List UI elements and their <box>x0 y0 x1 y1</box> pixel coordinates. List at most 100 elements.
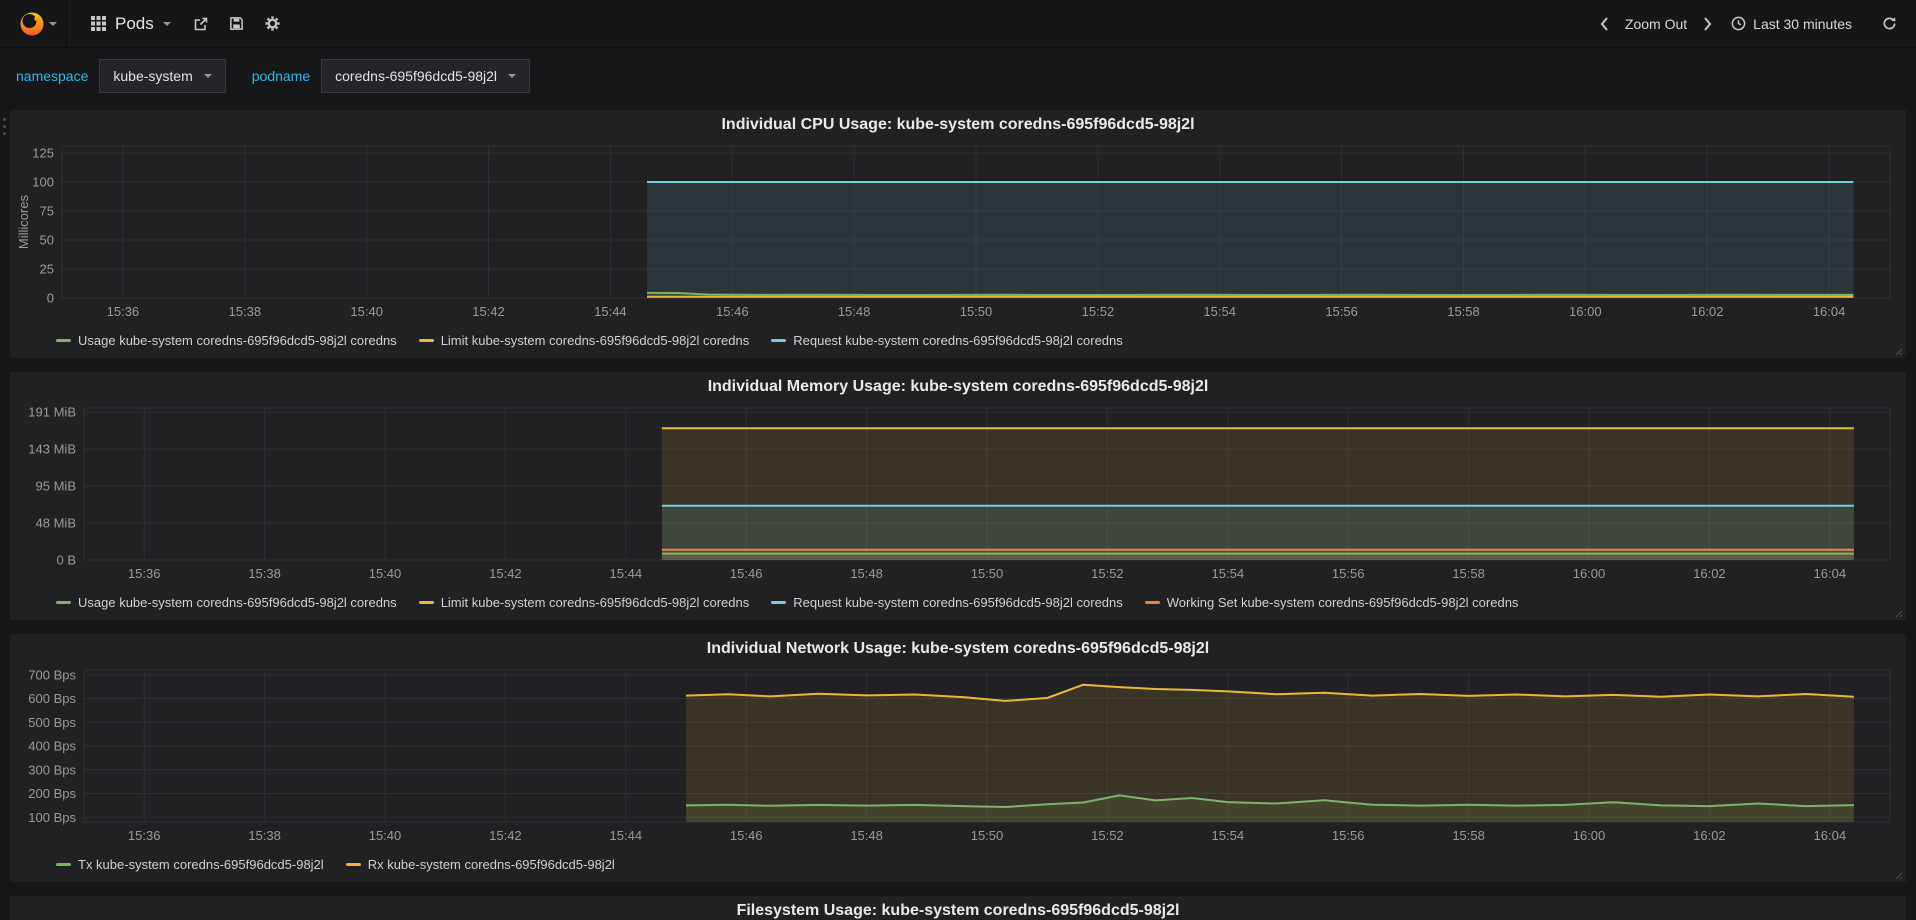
x-tick-label: 15:52 <box>1082 304 1115 319</box>
panel-title[interactable]: Individual Memory Usage: kube-system cor… <box>16 372 1900 402</box>
panel-title[interactable]: Filesystem Usage: kube-system coredns-69… <box>16 896 1900 920</box>
dashboard-title: Pods <box>115 13 154 33</box>
y-tick-label: 200 Bps <box>28 786 76 801</box>
row-menu-handle[interactable] <box>1 116 8 137</box>
network-usage-chart[interactable]: 100 Bps 200 Bps 300 Bps 400 Bps 500 Bps 600 B… <box>16 664 1900 850</box>
panel-cpu-usage: Individual CPU Usage: kube-system coredn… <box>10 110 1906 358</box>
legend-item[interactable]: Tx kube-system coredns-695f96dcd5-98j2l <box>56 857 324 872</box>
legend-item[interactable]: Request kube-system coredns-695f96dcd5-9… <box>771 333 1123 348</box>
x-tick-label: 16:04 <box>1814 566 1847 581</box>
y-tick-label: 0 <box>47 291 54 306</box>
panel-resize-handle[interactable] <box>1893 870 1903 880</box>
refresh-button[interactable] <box>1872 0 1906 48</box>
legend-item[interactable]: Usage kube-system coredns-695f96dcd5-98j… <box>56 333 397 348</box>
time-controls: Zoom Out Last 30 minutes <box>1591 0 1906 48</box>
y-tick-label: 75 <box>40 204 54 219</box>
variable-podname: podname coredns-695f96dcd5-98j2l <box>251 59 531 93</box>
x-tick-label: 15:52 <box>1091 828 1124 843</box>
variable-value-namespace: kube-system <box>113 68 193 84</box>
y-tick-label: 143 MiB <box>28 442 76 457</box>
series-fill <box>661 549 1854 560</box>
zoom-out-button[interactable]: Zoom Out <box>1617 0 1695 48</box>
x-tick-label: 15:38 <box>248 566 281 581</box>
time-back-button[interactable] <box>1591 0 1617 48</box>
x-tick-label: 16:04 <box>1813 304 1846 319</box>
legend-series-name: Tx kube-system coredns-695f96dcd5-98j2l <box>78 856 324 872</box>
share-button[interactable] <box>183 0 219 48</box>
x-tick-label: 15:56 <box>1332 828 1365 843</box>
dashboard-body: Individual CPU Usage: kube-system coredn… <box>0 104 1916 920</box>
y-tick-label: 300 Bps <box>28 762 76 777</box>
y-tick-label: 700 Bps <box>28 667 76 682</box>
grafana-logo-menu-button[interactable] <box>10 0 66 48</box>
y-tick-label: 25 <box>40 262 54 277</box>
time-range-label: Last 30 minutes <box>1753 15 1852 32</box>
y-tick-label: 400 Bps <box>28 739 76 754</box>
x-tick-label: 15:36 <box>107 304 140 319</box>
legend-color-swatch <box>418 338 434 342</box>
cpu-usage-chart[interactable]: 0 25 50 75 100 125 15:36 15:38 15:40 15:42 15:44 15… <box>16 140 1900 326</box>
legend-series-name: Working Set kube-system coredns-695f96dc… <box>1166 594 1519 610</box>
variable-namespace: namespace kube-system <box>16 59 226 93</box>
save-icon <box>230 17 244 30</box>
legend-item[interactable]: Working Set kube-system coredns-695f96dc… <box>1144 594 1519 610</box>
y-tick-label: 50 <box>40 233 54 248</box>
panel-network-usage: Individual Network Usage: kube-system co… <box>10 634 1906 882</box>
time-forward-button[interactable] <box>1695 0 1721 48</box>
variable-select-namespace[interactable]: kube-system <box>99 59 226 93</box>
x-tick-label: 15:36 <box>128 566 161 581</box>
legend-item[interactable]: Usage kube-system coredns-695f96dcd5-98j… <box>56 595 397 610</box>
save-button[interactable] <box>219 0 255 48</box>
x-tick-label: 15:42 <box>489 566 522 581</box>
legend-color-swatch <box>56 862 71 866</box>
x-tick-label: 15:46 <box>730 566 763 581</box>
legend-series-name: Rx kube-system coredns-695f96dcd5-98j2l <box>367 856 615 872</box>
variable-label-podname: podname <box>251 68 311 84</box>
x-tick-label: 15:44 <box>594 304 627 319</box>
settings-button[interactable] <box>255 0 291 48</box>
dashboard-picker[interactable]: Pods <box>79 0 183 48</box>
panel-title[interactable]: Individual CPU Usage: kube-system coredn… <box>16 110 1900 140</box>
legend-series-name: Request kube-system coredns-695f96dcd5-9… <box>793 332 1123 348</box>
x-tick-label: 16:04 <box>1814 828 1847 843</box>
legend-item[interactable]: Limit kube-system coredns-695f96dcd5-98j… <box>418 332 750 348</box>
x-tick-label: 15:54 <box>1212 566 1245 581</box>
chart-legend: Usage kube-system coredns-695f96dcd5-98j… <box>16 326 1900 354</box>
y-axis-label: Millicores <box>16 194 31 249</box>
x-tick-label: 16:02 <box>1691 304 1724 319</box>
memory-usage-chart[interactable]: 0 B 48 MiB 95 MiB 143 MiB 191 MiB 15:36 15:38 1… <box>16 402 1900 588</box>
y-tick-label: 500 Bps <box>28 715 76 730</box>
x-tick-label: 15:44 <box>610 566 643 581</box>
refresh-icon <box>1883 17 1895 30</box>
x-tick-label: 15:48 <box>850 566 883 581</box>
x-tick-label: 15:50 <box>971 828 1004 843</box>
y-tick-label: 0 B <box>56 553 76 568</box>
x-tick-label: 15:56 <box>1325 304 1358 319</box>
panel-resize-handle[interactable] <box>1893 608 1903 618</box>
grafana-flame-icon <box>20 12 44 35</box>
x-tick-label: 15:50 <box>971 566 1004 581</box>
panel-title[interactable]: Individual Network Usage: kube-system co… <box>16 634 1900 664</box>
legend-color-swatch <box>771 600 787 604</box>
legend-series-name: Usage kube-system coredns-695f96dcd5-98j… <box>78 332 397 348</box>
y-tick-label: 100 Bps <box>28 810 76 825</box>
navbar: Pods Zoom Out Last 30 minutes <box>0 0 1916 48</box>
variable-select-podname[interactable]: coredns-695f96dcd5-98j2l <box>321 59 531 93</box>
y-tick-label: 191 MiB <box>28 405 76 420</box>
chevron-right-icon <box>1704 16 1712 31</box>
navbar-divider <box>66 0 67 48</box>
legend-item[interactable]: Rx kube-system coredns-695f96dcd5-98j2l <box>345 856 615 872</box>
time-range-button[interactable]: Last 30 minutes <box>1721 0 1862 48</box>
legend-item[interactable]: Limit kube-system coredns-695f96dcd5-98j… <box>418 595 749 610</box>
series-fill <box>647 182 1854 298</box>
x-tick-label: 16:00 <box>1573 566 1606 581</box>
legend-series-name: Limit kube-system coredns-695f96dcd5-98j… <box>440 332 750 348</box>
clock-icon <box>1731 16 1746 31</box>
legend-item[interactable]: Request kube-system coredns-695f96dcd5-9… <box>771 595 1123 610</box>
x-tick-label: 15:58 <box>1452 566 1485 581</box>
x-tick-label: 15:52 <box>1091 566 1124 581</box>
legend-color-swatch <box>1144 600 1160 604</box>
y-tick-label: 125 <box>32 146 54 161</box>
panel-resize-handle[interactable] <box>1893 346 1903 356</box>
x-tick-label: 15:42 <box>472 304 505 319</box>
